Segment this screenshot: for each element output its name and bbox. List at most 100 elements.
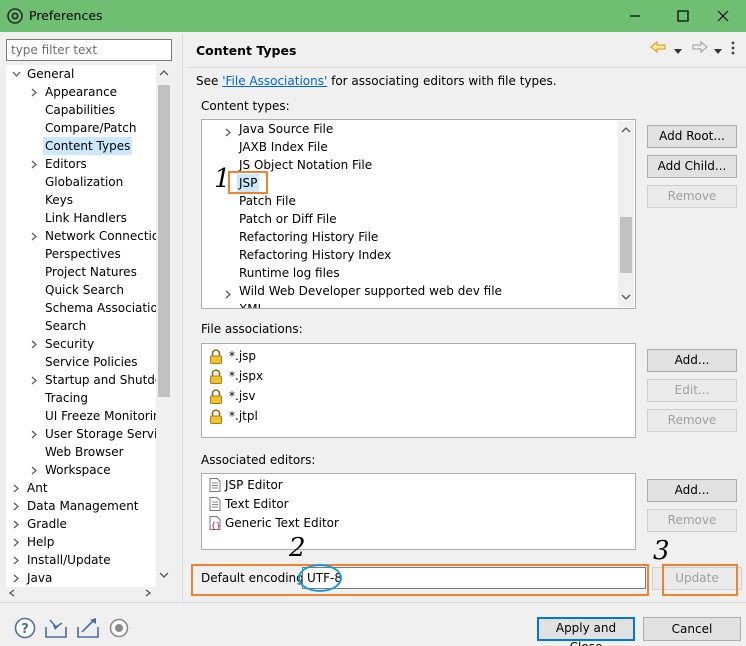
back-menu-chevron-icon[interactable]: [674, 44, 682, 58]
scroll-down-icon[interactable]: [159, 571, 169, 579]
tree-item[interactable]: Security: [6, 335, 156, 353]
chevron-right-icon[interactable]: [30, 340, 38, 349]
content-type-item[interactable]: Refactoring History File: [202, 228, 618, 246]
tree-item[interactable]: Appearance: [6, 83, 156, 101]
help-icon[interactable]: ?: [14, 617, 36, 639]
filter-box[interactable]: [6, 39, 172, 61]
tree-twistie[interactable]: [12, 497, 22, 515]
tree-twistie[interactable]: [224, 304, 232, 309]
tree-twistie[interactable]: [30, 371, 40, 389]
tree-item[interactable]: Help: [6, 533, 156, 551]
file-associations-link[interactable]: 'File Associations': [222, 74, 327, 88]
minimize-button[interactable]: [612, 0, 658, 32]
tree-item[interactable]: Java: [6, 569, 156, 587]
content-types-tree[interactable]: Java Source File JAXB Index File JS Object…: [201, 119, 636, 309]
remove-editor-button[interactable]: Remove: [647, 509, 737, 532]
associated-editor-item[interactable]: {} Generic Text Editor: [202, 514, 632, 532]
tree-item[interactable]: Tracing: [6, 389, 156, 407]
forward-menu-chevron-icon[interactable]: [714, 44, 722, 58]
chevron-right-icon[interactable]: [12, 484, 20, 493]
tree-scroll-thumb[interactable]: [158, 85, 170, 397]
chevron-right-icon[interactable]: [224, 128, 232, 137]
scroll-left-icon[interactable]: [8, 589, 16, 597]
tree-item[interactable]: Network Connections: [6, 227, 172, 245]
associated-editor-item[interactable]: Text Editor: [202, 495, 632, 513]
tree-item[interactable]: Link Handlers: [6, 209, 156, 227]
chevron-right-icon[interactable]: [12, 538, 20, 547]
chevron-right-icon[interactable]: [12, 502, 20, 511]
tree-twistie[interactable]: [30, 461, 40, 479]
content-type-item[interactable]: Patch File: [202, 192, 618, 210]
tree-item[interactable]: Perspectives: [6, 245, 156, 263]
tree-twistie[interactable]: [12, 533, 22, 551]
tree-item[interactable]: Web Browser: [6, 443, 156, 461]
chevron-right-icon[interactable]: [30, 160, 38, 169]
content-type-item[interactable]: Refactoring History Index: [202, 246, 618, 264]
tree-item[interactable]: General: [6, 65, 156, 83]
tree-item[interactable]: Editors: [6, 155, 156, 173]
add-child-button[interactable]: Add Child...: [647, 155, 737, 178]
tree-twistie[interactable]: [30, 335, 40, 353]
tree-item[interactable]: Content Types: [6, 137, 156, 155]
add-file-association-button[interactable]: Add...: [647, 349, 737, 372]
add-editor-button[interactable]: Add...: [647, 479, 737, 502]
tree-item[interactable]: Install/Update: [6, 551, 156, 569]
tree-item[interactable]: Service Policies: [6, 353, 156, 371]
file-association-item[interactable]: *.jspx: [202, 367, 632, 385]
content-type-item[interactable]: Patch or Diff File: [202, 210, 618, 228]
tree-horizontal-scrollbar[interactable]: [6, 587, 156, 599]
tree-item[interactable]: Quick Search: [6, 281, 156, 299]
content-type-item[interactable]: Runtime log files: [202, 264, 618, 282]
tree-item[interactable]: Data Management: [6, 497, 156, 515]
associated-editors-list[interactable]: JSP Editor Text Editor {} Generic Text Edit…: [201, 473, 636, 550]
chevron-right-icon[interactable]: [30, 430, 38, 439]
chevron-right-icon[interactable]: [224, 308, 232, 309]
tree-item[interactable]: Compare/Patch: [6, 119, 156, 137]
scroll-right-icon[interactable]: [144, 589, 152, 597]
tree-twistie[interactable]: [12, 515, 22, 533]
close-button[interactable]: [700, 0, 746, 32]
chevron-right-icon[interactable]: [30, 88, 38, 97]
add-root-button[interactable]: Add Root...: [647, 125, 737, 148]
tree-item[interactable]: Startup and Shutdown: [6, 371, 172, 389]
scroll-up-icon[interactable]: [621, 126, 631, 134]
tree-item[interactable]: Capabilities: [6, 101, 156, 119]
chevron-right-icon[interactable]: [12, 556, 20, 565]
chevron-right-icon[interactable]: [12, 574, 20, 583]
cancel-button[interactable]: Cancel: [643, 617, 741, 641]
tree-item[interactable]: Project Natures: [6, 263, 156, 281]
tree-twistie[interactable]: [12, 65, 22, 83]
record-icon[interactable]: [108, 617, 130, 639]
forward-arrow-icon[interactable]: [692, 40, 708, 57]
tree-item[interactable]: Globalization: [6, 173, 156, 191]
apply-and-close-button[interactable]: Apply and Close: [537, 617, 635, 646]
file-associations-list[interactable]: *.jsp *.jspx *.jsv *.jtpl: [201, 343, 636, 438]
content-type-item[interactable]: Wild Web Developer supported web dev fil…: [202, 282, 618, 300]
associated-editor-item[interactable]: JSP Editor: [202, 476, 632, 494]
chevron-right-icon[interactable]: [30, 466, 38, 475]
scroll-down-icon[interactable]: [621, 293, 631, 301]
tree-item[interactable]: Schema Associations: [6, 299, 172, 317]
chevron-down-icon[interactable]: [12, 70, 21, 78]
tree-twistie[interactable]: [12, 569, 22, 587]
pane-sash[interactable]: [182, 34, 183, 601]
preferences-tree[interactable]: General Appearance Capabilities Compare/Pat…: [6, 65, 172, 587]
content-type-item[interactable]: JAXB Index File: [202, 138, 618, 156]
tree-twistie[interactable]: [12, 551, 22, 569]
filter-input[interactable]: [7, 40, 171, 60]
export-icon[interactable]: [76, 617, 99, 639]
import-icon[interactable]: [44, 617, 67, 639]
tree-twistie[interactable]: [30, 425, 40, 443]
tree-item[interactable]: User Storage Service: [6, 425, 171, 443]
content-type-item[interactable]: XML: [202, 300, 618, 309]
content-types-scrollbar[interactable]: [618, 121, 634, 307]
tree-twistie[interactable]: [30, 155, 40, 173]
tree-item[interactable]: Workspace: [6, 461, 156, 479]
file-association-item[interactable]: *.jsv: [202, 387, 632, 405]
file-association-item[interactable]: *.jtpl: [202, 407, 632, 425]
tree-item[interactable]: Ant: [6, 479, 156, 497]
tree-twistie[interactable]: [30, 83, 40, 101]
file-association-item[interactable]: *.jsp: [202, 347, 632, 365]
chevron-right-icon[interactable]: [224, 290, 232, 299]
chevron-right-icon[interactable]: [12, 520, 20, 529]
